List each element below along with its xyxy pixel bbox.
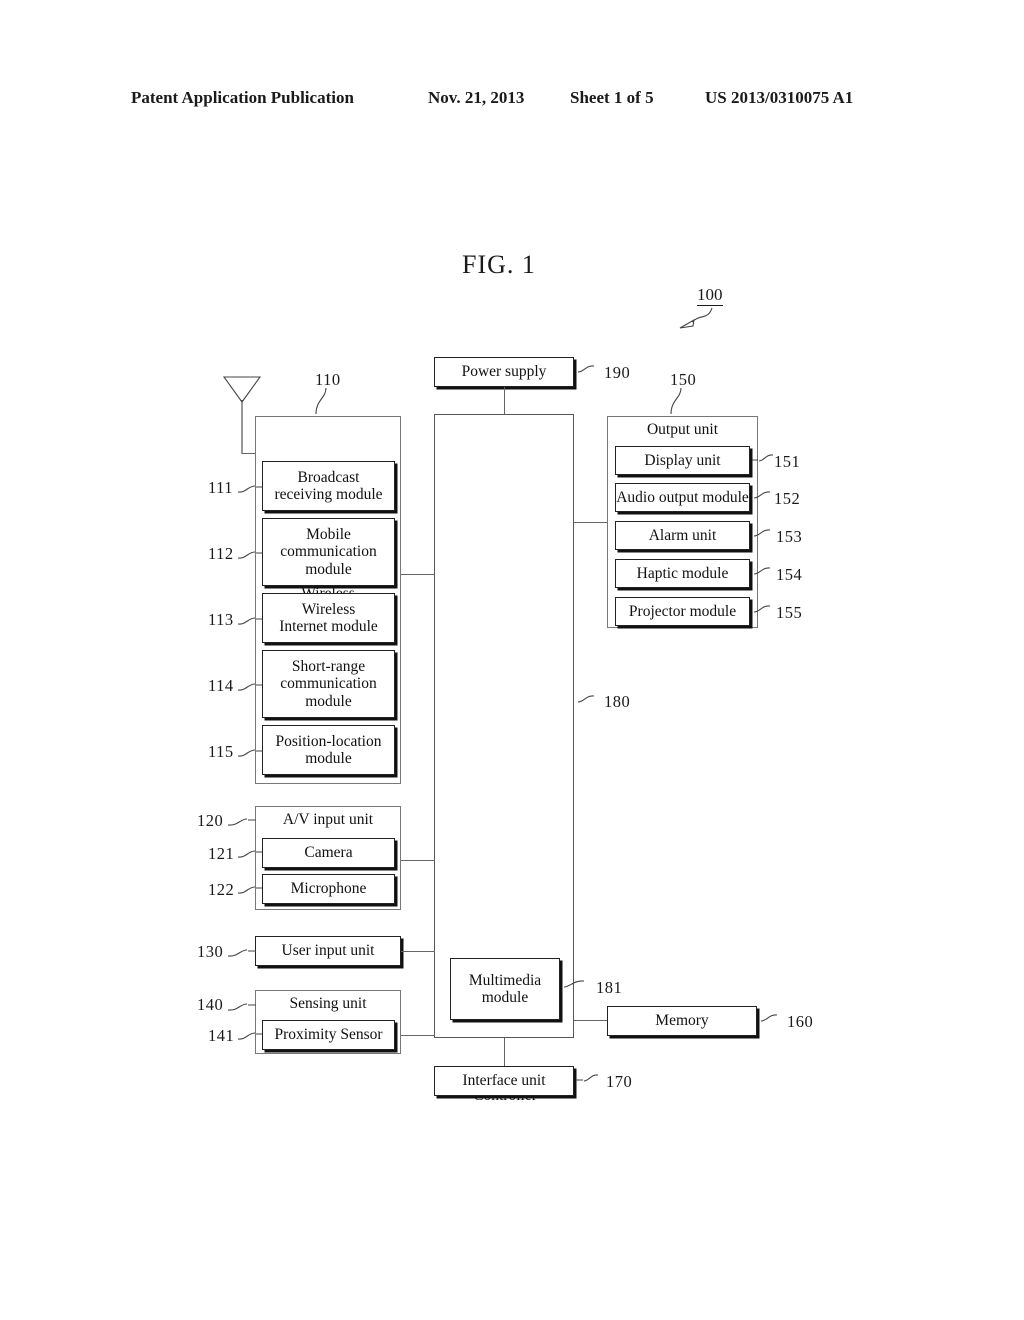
block-proximity-sensor: Proximity Sensor (262, 1020, 395, 1050)
user-input-to-controller-line (401, 951, 435, 952)
ref-leader-150 (670, 387, 682, 415)
controller-to-memory-line (574, 1020, 607, 1021)
block-mobile-communication-module: Mobile communication module (262, 518, 395, 586)
wireless-to-controller-line (401, 574, 435, 575)
ref-leader-130 (227, 949, 256, 957)
block-interface-unit: Interface unit (434, 1066, 574, 1096)
ref-152: 152 (774, 489, 801, 508)
ref-150: 150 (670, 370, 697, 389)
controller-to-output-line (574, 522, 607, 523)
ref-170: 170 (606, 1072, 633, 1091)
block-display-unit-label: Display unit (644, 451, 721, 469)
block-alarm-unit-label: Alarm unit (648, 526, 717, 544)
block-multimedia-module-label-line1: Multimedia (468, 971, 542, 989)
av-to-controller-line (401, 860, 435, 861)
block-mobile-communication-module-label-line3: module (305, 560, 352, 578)
ref-110: 110 (315, 370, 341, 389)
block-position-location-module-label-line1: Position-location (275, 732, 382, 750)
ref-120: 120 (197, 811, 224, 830)
block-short-range-communication-module: Short-range communication module (262, 650, 395, 718)
ref-leader-120 (227, 818, 256, 826)
system-reference-100: 100 (697, 285, 723, 306)
patent-number: US 2013/0310075 A1 (705, 88, 854, 107)
ref-160: 160 (787, 1012, 814, 1031)
block-multimedia-module: Multimedia module (450, 958, 560, 1020)
ref-151: 151 (774, 452, 801, 471)
page-header: Patent Application Publication Nov. 21, … (0, 88, 1024, 114)
ref-180: 180 (604, 692, 631, 711)
ref-190: 190 (604, 363, 631, 382)
ref-181: 181 (596, 978, 623, 997)
block-output-unit-label: Output unit (646, 421, 719, 438)
ref-leader-110 (315, 387, 327, 415)
block-proximity-sensor-label: Proximity Sensor (274, 1026, 383, 1044)
block-interface-unit-label: Interface unit (462, 1072, 546, 1090)
block-wireless-internet-module: Wireless Internet module (262, 593, 395, 643)
block-short-range-communication-module-label-line1: Short-range (291, 657, 366, 675)
ref-leader-170 (576, 1074, 599, 1082)
block-short-range-communication-module-label-line3: module (305, 692, 352, 710)
block-haptic-module-label: Haptic module (636, 564, 729, 582)
block-position-location-module-label-line2: module (305, 750, 352, 767)
block-camera: Camera (262, 838, 395, 868)
block-sensing-unit-label: Sensing unit (289, 995, 367, 1012)
publication-label: Patent Application Publication (131, 88, 354, 107)
sheet-number: Sheet 1 of 5 (570, 88, 654, 107)
block-display-unit: Display unit (615, 446, 750, 475)
block-broadcast-receiving-module-label-line1: Broadcast (297, 468, 360, 486)
sensing-to-controller-line (401, 1035, 435, 1036)
block-multimedia-module-label-line2: module (481, 989, 529, 1006)
ref-140: 140 (197, 995, 224, 1014)
antenna-connector-line (242, 453, 256, 454)
block-mobile-communication-module-label-line2: communication (280, 543, 377, 561)
ref-130: 130 (197, 942, 224, 961)
ref-141: 141 (208, 1026, 235, 1045)
block-power-supply: Power supply (434, 357, 574, 387)
ref-115: 115 (208, 742, 234, 761)
ref-155: 155 (776, 603, 803, 622)
block-wireless-internet-module-label-line2: Internet module (279, 618, 378, 635)
block-microphone: Microphone (262, 874, 395, 904)
block-mobile-communication-module-label-line1: Mobile (306, 525, 351, 543)
ref-leader-140 (227, 1003, 256, 1011)
ref-121: 121 (208, 844, 235, 863)
block-wireless-internet-module-label-line1: Wireless (301, 600, 356, 618)
block-memory: Memory (607, 1006, 757, 1036)
block-short-range-communication-module-label-line2: communication (280, 675, 377, 693)
ref-122: 122 (208, 880, 235, 899)
block-alarm-unit: Alarm unit (615, 521, 750, 550)
block-av-input-unit-label: A/V input unit (282, 811, 374, 828)
ref-154: 154 (776, 565, 803, 584)
block-memory-label: Memory (655, 1012, 709, 1030)
block-broadcast-receiving-module: Broadcast receiving module (262, 461, 395, 511)
ref-112: 112 (208, 544, 234, 563)
block-projector-module-label: Projector module (628, 602, 737, 620)
block-audio-output-module: Audio output module (615, 483, 750, 512)
controller-to-interface-line (504, 1038, 505, 1066)
block-haptic-module: Haptic module (615, 559, 750, 588)
publication-date: Nov. 21, 2013 (428, 88, 525, 107)
block-user-input-unit: User input unit (255, 936, 401, 966)
block-audio-output-module-label: Audio output module (616, 488, 749, 506)
ref-113: 113 (208, 610, 234, 629)
ref-114: 114 (208, 676, 234, 695)
block-position-location-module: Position-location module (262, 725, 395, 775)
block-broadcast-receiving-module-label-line2: receiving module (274, 486, 383, 503)
system-reference-arrow (679, 307, 713, 329)
ref-leader-190 (577, 365, 595, 373)
block-controller: Controller (434, 414, 574, 1104)
figure-title: FIG. 1 (462, 250, 536, 279)
block-projector-module: Projector module (615, 597, 750, 626)
block-user-input-unit-label: User input unit (281, 942, 375, 960)
block-microphone-label: Microphone (290, 880, 367, 898)
ref-153: 153 (776, 527, 803, 546)
power-to-controller-line (504, 387, 505, 415)
block-camera-label: Camera (304, 844, 353, 862)
block-power-supply-label: Power supply (461, 363, 547, 381)
ref-111: 111 (208, 478, 234, 497)
